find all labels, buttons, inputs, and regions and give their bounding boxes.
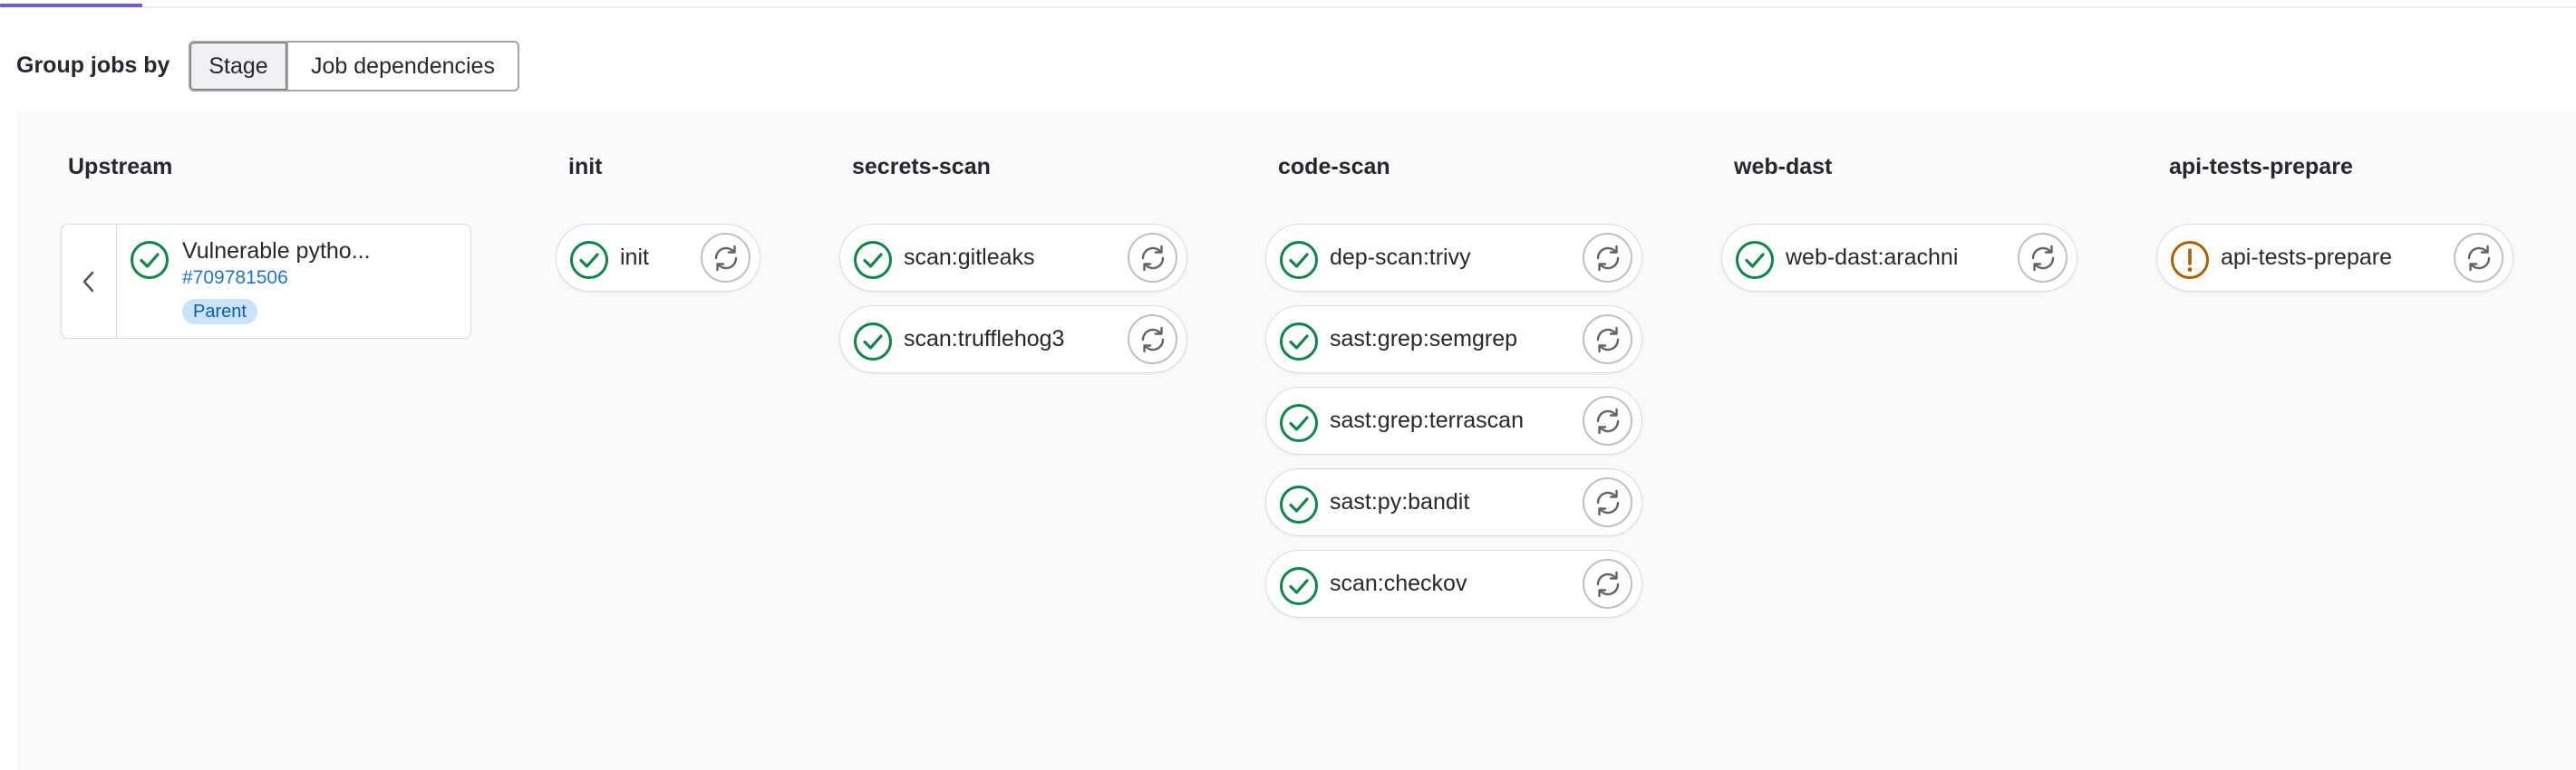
job-web-dast-arachni[interactable]: web-dast:arachni bbox=[1721, 224, 2077, 292]
stage-title-upstream: Upstream bbox=[68, 154, 173, 179]
job-name: api-tests-prepare bbox=[2221, 245, 2392, 270]
upstream-toggle-button[interactable] bbox=[62, 225, 117, 338]
retry-button[interactable] bbox=[1583, 314, 1632, 364]
retry-button[interactable] bbox=[1583, 396, 1632, 446]
exclamation-circle-icon bbox=[2171, 241, 2209, 279]
check-circle-icon bbox=[1280, 486, 1318, 524]
job-name: web-dast:arachni bbox=[1786, 245, 1959, 270]
job-name: scan:checkov bbox=[1330, 571, 1467, 596]
parent-badge: Parent bbox=[182, 299, 257, 324]
job-name: dep-scan:trivy bbox=[1330, 245, 1471, 270]
retry-icon bbox=[1596, 245, 1619, 271]
upstream-pipeline-id-link[interactable]: #709781506 bbox=[182, 267, 288, 289]
job-api-tests-prepare[interactable]: api-tests-prepare bbox=[2156, 224, 2513, 292]
check-circle-icon bbox=[854, 322, 892, 361]
check-circle-icon bbox=[1280, 404, 1318, 442]
retry-icon bbox=[714, 245, 737, 271]
job-scan-gitleaks[interactable]: scan:gitleaks bbox=[839, 224, 1187, 292]
check-circle-icon bbox=[570, 241, 608, 279]
retry-icon bbox=[1596, 489, 1619, 515]
stage-title-api-tests-prepare: api-tests-prepare bbox=[2169, 154, 2353, 179]
job-scan-checkov[interactable]: scan:checkov bbox=[1265, 550, 1642, 618]
job-sast-grep-semgrep[interactable]: sast:grep:semgrep bbox=[1265, 305, 1642, 373]
retry-button[interactable] bbox=[2454, 233, 2503, 283]
job-name: scan:trufflehog3 bbox=[904, 326, 1065, 351]
retry-button[interactable] bbox=[701, 233, 751, 283]
retry-button[interactable] bbox=[2018, 233, 2068, 283]
active-tab-indicator bbox=[0, 4, 142, 7]
retry-button[interactable] bbox=[1128, 233, 1177, 283]
upstream-pipeline-name[interactable]: Vulnerable pytho... bbox=[182, 238, 371, 265]
job-sast-py-bandit[interactable]: sast:py:bandit bbox=[1265, 468, 1642, 536]
retry-icon bbox=[1596, 326, 1619, 352]
check-circle-icon bbox=[131, 241, 169, 279]
retry-button[interactable] bbox=[1583, 559, 1632, 609]
retry-icon bbox=[1141, 245, 1164, 271]
retry-icon bbox=[1141, 326, 1164, 352]
group-by-label: Group jobs by bbox=[16, 53, 170, 78]
stage-title-init: init bbox=[568, 154, 603, 179]
job-name: scan:gitleaks bbox=[904, 245, 1035, 270]
check-circle-icon bbox=[1280, 322, 1318, 361]
check-circle-icon bbox=[1280, 241, 1318, 279]
tabs-border bbox=[0, 6, 2576, 8]
retry-button[interactable] bbox=[1583, 233, 1632, 283]
group-by-job-dependencies-button[interactable]: Job dependencies bbox=[286, 41, 519, 91]
retry-button[interactable] bbox=[1583, 477, 1632, 527]
pipeline-graph-page: Group jobs by Stage Job dependencies Ups… bbox=[0, 0, 2576, 770]
retry-icon bbox=[2467, 245, 2490, 271]
job-name: sast:grep:terrascan bbox=[1330, 408, 1524, 433]
stage-title-secrets-scan: secrets-scan bbox=[852, 154, 991, 179]
retry-icon bbox=[1596, 408, 1619, 434]
upstream-pipeline-card[interactable]: Vulnerable pytho... #709781506 Parent bbox=[61, 224, 471, 339]
retry-icon bbox=[2031, 245, 2054, 271]
job-sast-grep-terrascan[interactable]: sast:grep:terrascan bbox=[1265, 387, 1642, 455]
check-circle-icon bbox=[854, 241, 892, 279]
retry-button[interactable] bbox=[1128, 314, 1177, 364]
chevron-left-icon bbox=[82, 271, 94, 292]
job-dep-scan-trivy[interactable]: dep-scan:trivy bbox=[1265, 224, 1642, 292]
job-name: sast:grep:semgrep bbox=[1330, 326, 1518, 351]
job-name: sast:py:bandit bbox=[1330, 489, 1470, 515]
job-init[interactable]: init bbox=[556, 224, 760, 292]
check-circle-icon bbox=[1280, 567, 1318, 605]
group-by-stage-button[interactable]: Stage bbox=[189, 41, 288, 91]
job-scan-trufflehog3[interactable]: scan:trufflehog3 bbox=[839, 305, 1187, 373]
retry-icon bbox=[1596, 571, 1619, 597]
job-name: init bbox=[620, 245, 649, 270]
check-circle-icon bbox=[1736, 241, 1774, 279]
stage-title-code-scan: code-scan bbox=[1278, 154, 1390, 179]
stage-title-web-dast: web-dast bbox=[1734, 154, 1833, 179]
